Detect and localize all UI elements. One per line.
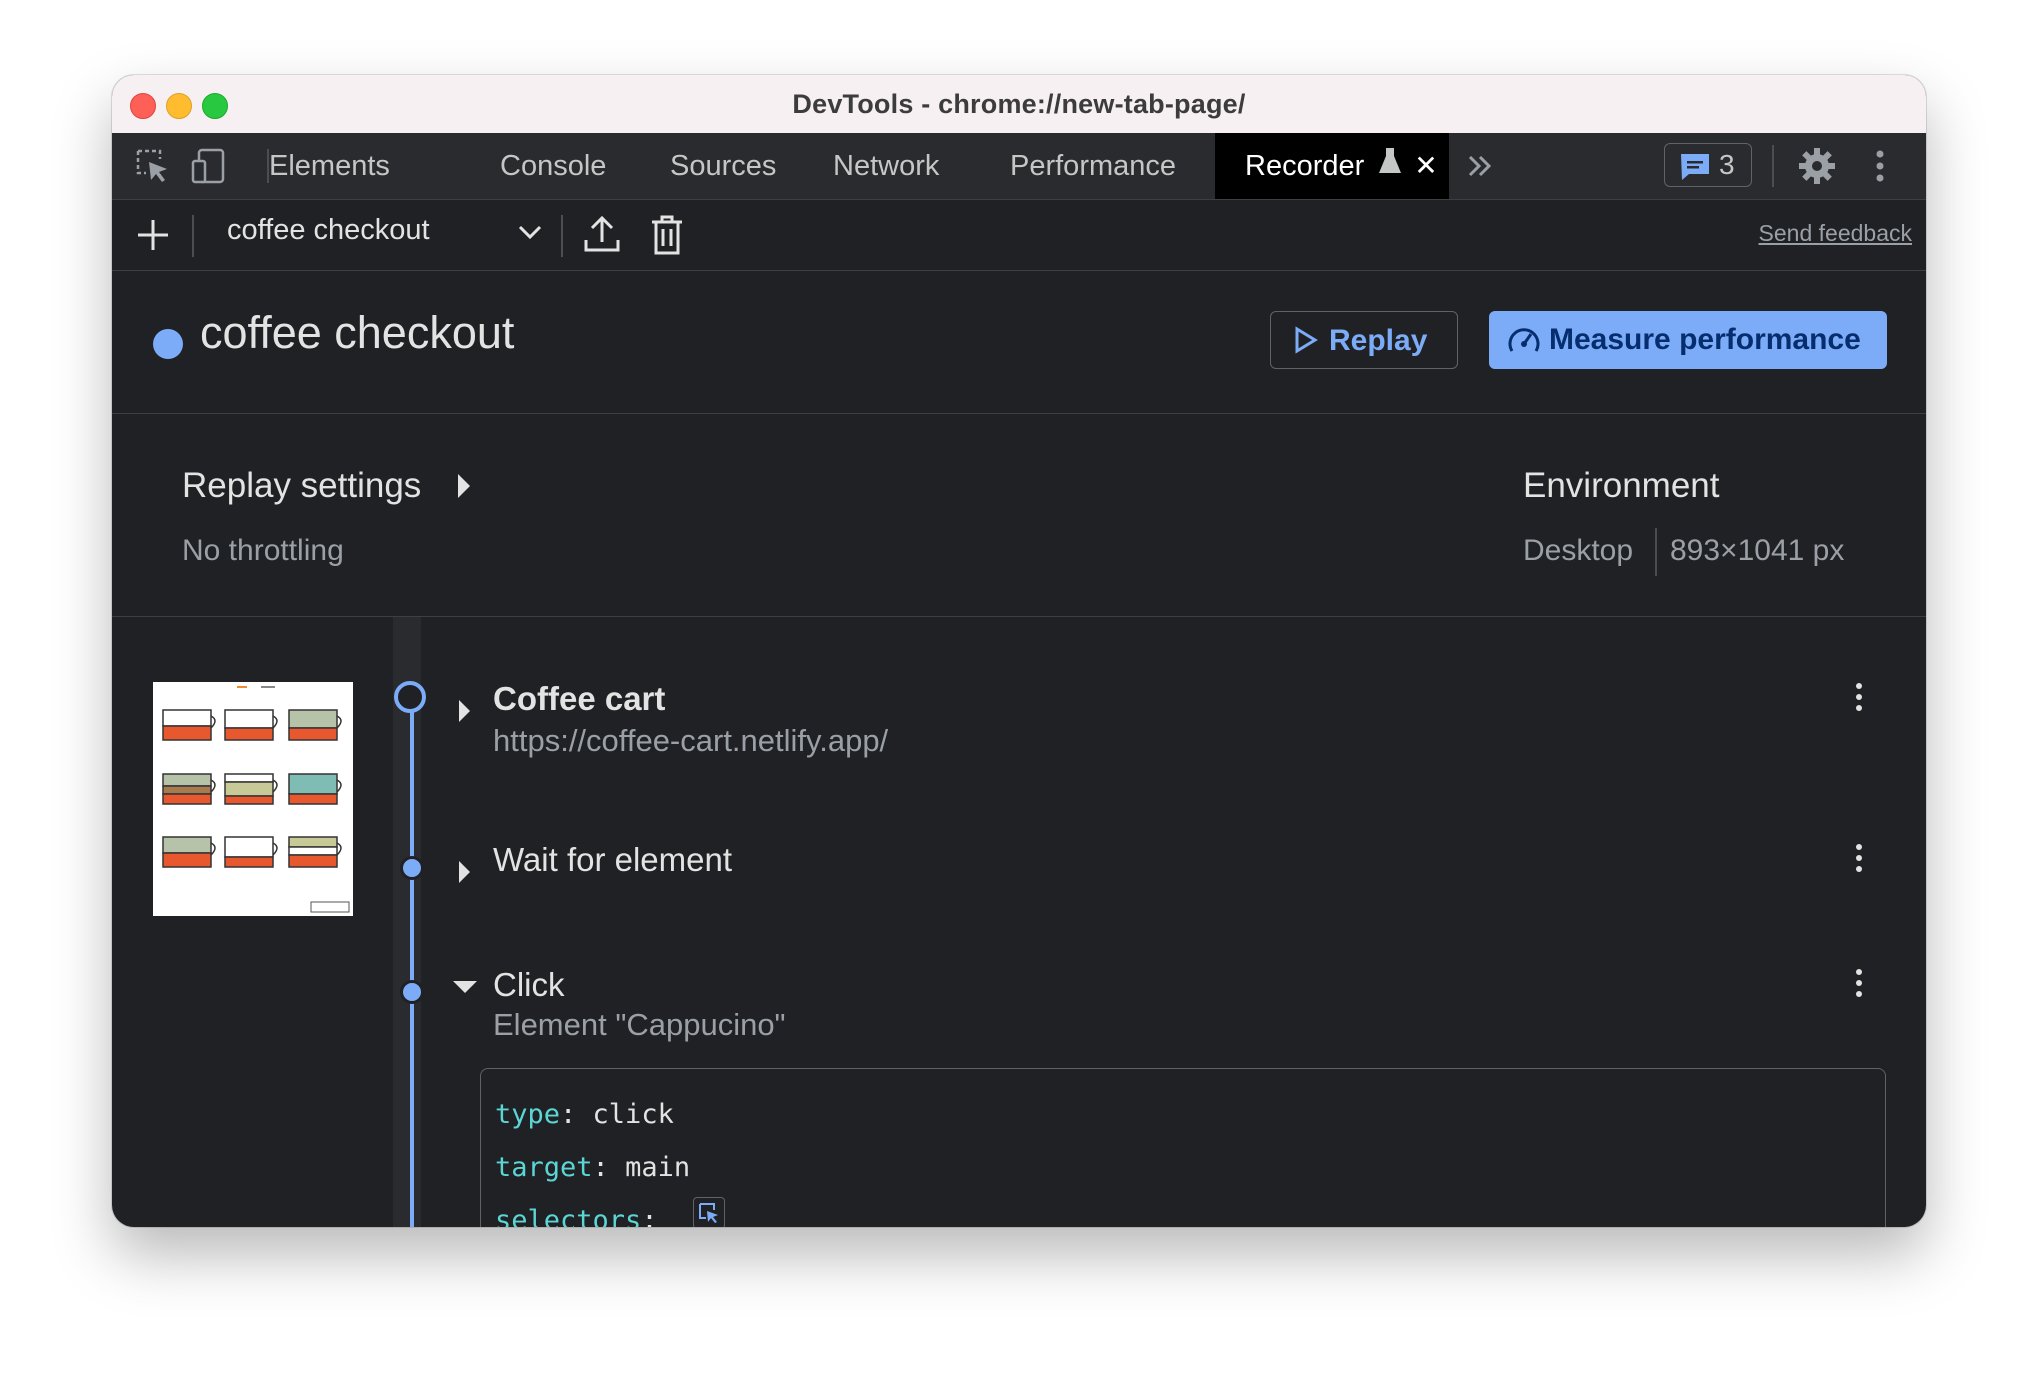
chevron-down-icon[interactable]: [518, 224, 542, 245]
tab-sources[interactable]: Sources: [666, 133, 780, 199]
replay-settings-section: Replay settings No throttling Environmen…: [112, 414, 1926, 617]
click-step-marker: [400, 980, 424, 1004]
step-subtitle: https://coffee-cart.netlify.app/: [493, 723, 889, 758]
throttling-value: No throttling: [182, 534, 344, 567]
step-menu-icon[interactable]: [1856, 683, 1862, 716]
timeline-line: [410, 687, 414, 1227]
export-icon[interactable]: [583, 214, 621, 259]
more-tabs-icon[interactable]: [1464, 149, 1502, 187]
replay-button[interactable]: Replay: [1270, 311, 1458, 369]
step-title[interactable]: Click: [493, 966, 565, 1004]
navigate-step-marker: [394, 681, 426, 713]
window-title: DevTools - chrome://new-tab-page/: [792, 89, 1246, 119]
expand-step-icon[interactable]: [459, 861, 470, 883]
step-title[interactable]: Coffee cart: [493, 680, 665, 718]
play-icon: [1295, 326, 1318, 354]
code-key: target: [495, 1152, 593, 1183]
inspect-element-icon[interactable]: [134, 147, 172, 185]
code-value[interactable]: main: [625, 1152, 690, 1183]
device-toolbar-icon[interactable]: [190, 147, 228, 185]
recording-status-dot: [153, 329, 183, 359]
select-element-icon: [699, 1203, 718, 1223]
tab-label: Performance: [1010, 150, 1177, 182]
recording-select-value: coffee checkout: [227, 214, 430, 246]
expand-arrow-icon[interactable]: [458, 474, 470, 498]
recorder-toolbar: coffee checkout Send feedback: [112, 200, 1926, 271]
delete-icon[interactable]: [650, 214, 684, 261]
step-menu-icon[interactable]: [1856, 844, 1862, 877]
environment-viewport: 893×1041 px: [1670, 534, 1845, 567]
measure-performance-button[interactable]: Measure performance: [1489, 311, 1887, 369]
environment-title: Environment: [1523, 466, 1720, 505]
title-bar: DevTools - chrome://new-tab-page/: [112, 75, 1926, 134]
measure-performance-label: Measure performance: [1549, 323, 1861, 356]
code-value[interactable]: click: [593, 1099, 674, 1130]
step-code-editor[interactable]: type: click target: main selectors:: [480, 1068, 1886, 1227]
wait-step-marker: [400, 856, 424, 880]
code-key: selectors: [495, 1205, 642, 1227]
toolbar-divider: [561, 215, 563, 257]
tab-network[interactable]: Network: [829, 133, 943, 199]
tab-label: Network: [833, 150, 940, 182]
code-line-type: type: click: [495, 1099, 674, 1130]
issues-badge[interactable]: 3: [1664, 143, 1752, 187]
devtools-window: DevTools - chrome://new-tab-page/ Elemen…: [112, 75, 1926, 1227]
page-screenshot-thumbnail[interactable]: [153, 682, 353, 916]
recording-title[interactable]: coffee checkout: [200, 307, 514, 359]
tab-recorder[interactable]: Recorder ✕: [1215, 133, 1449, 199]
expand-step-icon[interactable]: [459, 700, 470, 722]
toolbar-divider: [192, 215, 194, 257]
tab-label: Recorder: [1245, 150, 1365, 182]
step-menu-icon[interactable]: [1856, 969, 1862, 1002]
environment-divider: [1655, 528, 1657, 576]
collapse-step-icon[interactable]: [453, 981, 477, 993]
add-recording-icon[interactable]: [136, 218, 170, 257]
replay-button-label: Replay: [1329, 324, 1428, 357]
send-feedback-link[interactable]: Send feedback: [1759, 220, 1912, 247]
close-tab-icon[interactable]: ✕: [1414, 133, 1437, 199]
tab-console[interactable]: Console: [496, 133, 610, 199]
recording-header: coffee checkout Replay Measure performan…: [112, 271, 1926, 414]
gear-icon[interactable]: [1797, 146, 1835, 184]
tab-label: Elements: [269, 150, 390, 182]
more-options-icon[interactable]: [1876, 147, 1884, 185]
select-element-button[interactable]: [693, 1197, 725, 1227]
tab-performance[interactable]: Performance: [1006, 133, 1180, 199]
issues-count: 3: [1719, 149, 1735, 180]
tab-elements[interactable]: Elements: [265, 133, 394, 199]
environment-device: Desktop: [1523, 534, 1634, 567]
tab-label: Console: [500, 150, 607, 182]
main-tab-bar: Elements Console Sources Network Perform…: [112, 133, 1926, 200]
message-icon: [1681, 154, 1709, 180]
replay-settings-toggle[interactable]: Replay settings: [182, 466, 421, 506]
code-line-selectors: selectors:: [495, 1205, 658, 1227]
step-title[interactable]: Wait for element: [493, 841, 732, 879]
code-line-target: target: main: [495, 1152, 691, 1183]
speedometer-icon: [1508, 328, 1540, 352]
recording-select[interactable]: coffee checkout: [227, 214, 430, 247]
flask-icon: [1378, 134, 1402, 200]
step-subtitle: Element "Cappucino": [493, 1007, 786, 1042]
tab-label: Sources: [670, 150, 777, 182]
code-key: type: [495, 1099, 561, 1130]
toolbar-divider: [1772, 145, 1774, 187]
